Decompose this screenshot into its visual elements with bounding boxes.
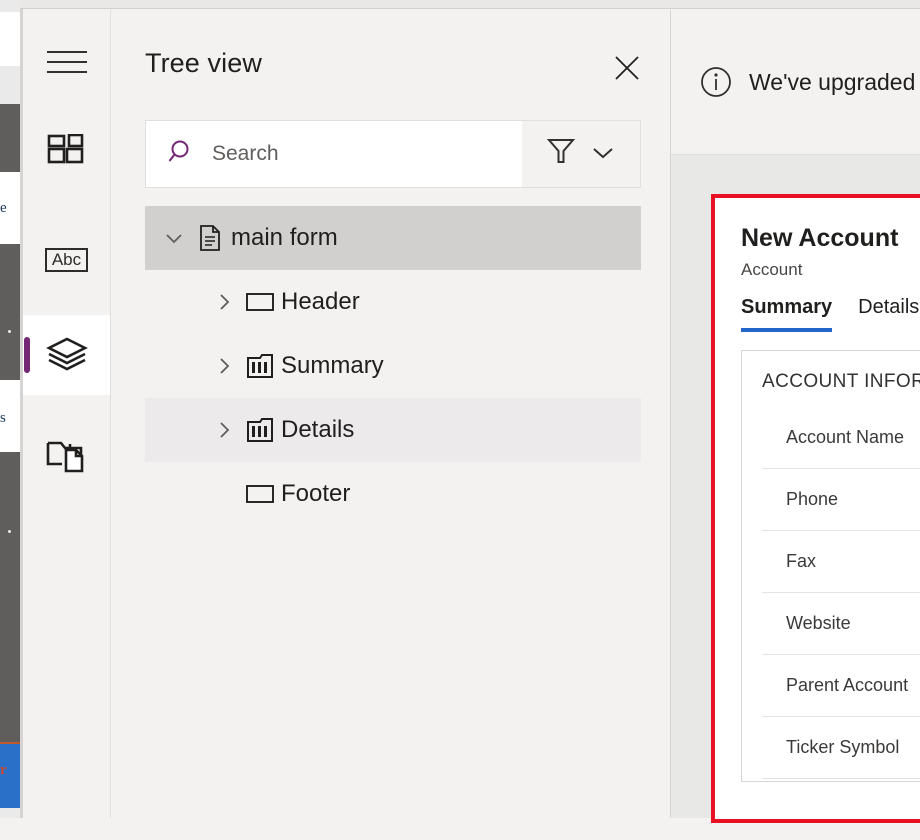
folder-file-icon [46, 441, 83, 473]
bg-strip-text: r [0, 762, 7, 778]
columns-icon [239, 352, 281, 380]
form-field-parent-account[interactable]: Parent Account [762, 655, 920, 717]
search-row [145, 120, 641, 188]
tree-item-main-form[interactable]: main form [145, 206, 641, 270]
window-top-strip [20, 0, 920, 9]
form-field-phone[interactable]: Phone [762, 469, 920, 531]
page-title: Tree view [145, 48, 262, 78]
app-rail: Abc [23, 10, 110, 818]
tree-item-label: Header [281, 288, 360, 315]
layers-icon [45, 337, 88, 371]
search-box[interactable] [146, 121, 522, 187]
form-field-spacer [762, 779, 920, 840]
section-title: ACCOUNT INFOR [762, 371, 920, 392]
form-field-account-name[interactable]: Account Name [762, 407, 920, 469]
rail-item-text[interactable]: Abc [23, 220, 110, 300]
rail-item-tree-view[interactable] [23, 315, 110, 395]
tree-item-label: Details [281, 416, 355, 443]
bg-strip-dot [8, 530, 11, 533]
rail-selection-indicator [24, 337, 30, 373]
form-subtitle: Account [741, 260, 803, 279]
form-field-label: Website [786, 613, 851, 633]
rail-item-library[interactable] [23, 415, 110, 495]
form-field-fax[interactable]: Fax [762, 531, 920, 593]
form-field-website[interactable]: Website [762, 593, 920, 655]
info-icon [701, 67, 731, 97]
form-title: New Account [741, 224, 899, 252]
form-tabs: Summary Details [741, 296, 919, 332]
hamburger-icon [46, 51, 87, 73]
filter-dropdown-button[interactable] [590, 139, 616, 170]
chevron-right-icon[interactable] [209, 419, 239, 441]
chevron-right-icon[interactable] [209, 291, 239, 313]
grid-blocks-icon [47, 134, 83, 164]
abc-text-icon: Abc [44, 248, 89, 272]
tree-item-label: main form [231, 224, 338, 251]
filter-area [522, 121, 640, 187]
form-field-label: Account Name [786, 427, 905, 447]
tree-item-footer[interactable]: Footer [145, 462, 641, 526]
field-list: Account Name Phone Fax Website Parent Accoun… [762, 407, 920, 840]
close-button[interactable] [610, 51, 644, 85]
right-pane: We've upgraded New Account Account Summa… [670, 10, 920, 823]
tab-details[interactable]: Details [858, 296, 919, 332]
rectangle-icon [239, 483, 281, 505]
notification-text: We've upgraded [749, 68, 916, 95]
search-icon [168, 138, 196, 171]
bg-strip-text: e [0, 200, 7, 216]
filter-button[interactable] [546, 136, 576, 173]
tree-view-panel: Tree view Search main form Header Summar… [110, 10, 670, 818]
tree-item-header[interactable]: Header [145, 270, 641, 334]
rail-item-components[interactable] [23, 115, 110, 195]
columns-icon [239, 416, 281, 444]
tree-list: main form Header Summary Details Footer [145, 206, 641, 526]
bg-strip-text: s [0, 410, 6, 426]
form-preview-highlight: New Account Account Summary Details ACCO… [711, 194, 920, 823]
tree-item-summary[interactable]: Summary [145, 334, 641, 398]
bg-strip-row [0, 66, 20, 104]
document-icon [189, 224, 231, 252]
tree-item-label: Footer [281, 480, 351, 507]
chevron-right-icon[interactable] [209, 355, 239, 377]
rectangle-icon [239, 291, 281, 313]
bg-strip-row [0, 0, 20, 12]
chevron-down-icon [593, 147, 613, 158]
filter-icon [546, 138, 576, 163]
bg-strip-dot [8, 330, 11, 333]
tab-summary[interactable]: Summary [741, 296, 833, 332]
form-field-label: Ticker Symbol [786, 737, 900, 757]
form-field-label: Fax [786, 551, 817, 571]
form-field-ticker-symbol[interactable]: Ticker Symbol [762, 717, 920, 779]
bg-strip-row [0, 808, 20, 818]
close-icon [615, 56, 639, 80]
tree-item-details[interactable]: Details [145, 398, 641, 462]
background-app-strip: e s r [0, 0, 20, 818]
bg-strip-row [0, 12, 20, 66]
tree-item-label: Summary [281, 352, 384, 379]
form-card: ACCOUNT INFOR Account Name Phone Fax Websit… [741, 350, 920, 782]
notification-bar[interactable]: We've upgraded [671, 10, 920, 155]
search-input[interactable] [212, 142, 482, 166]
form-field-label: Parent Account [786, 675, 909, 695]
chevron-down-icon[interactable] [159, 227, 189, 249]
rail-item-menu[interactable] [23, 22, 110, 102]
form-field-label: Phone [786, 489, 839, 509]
